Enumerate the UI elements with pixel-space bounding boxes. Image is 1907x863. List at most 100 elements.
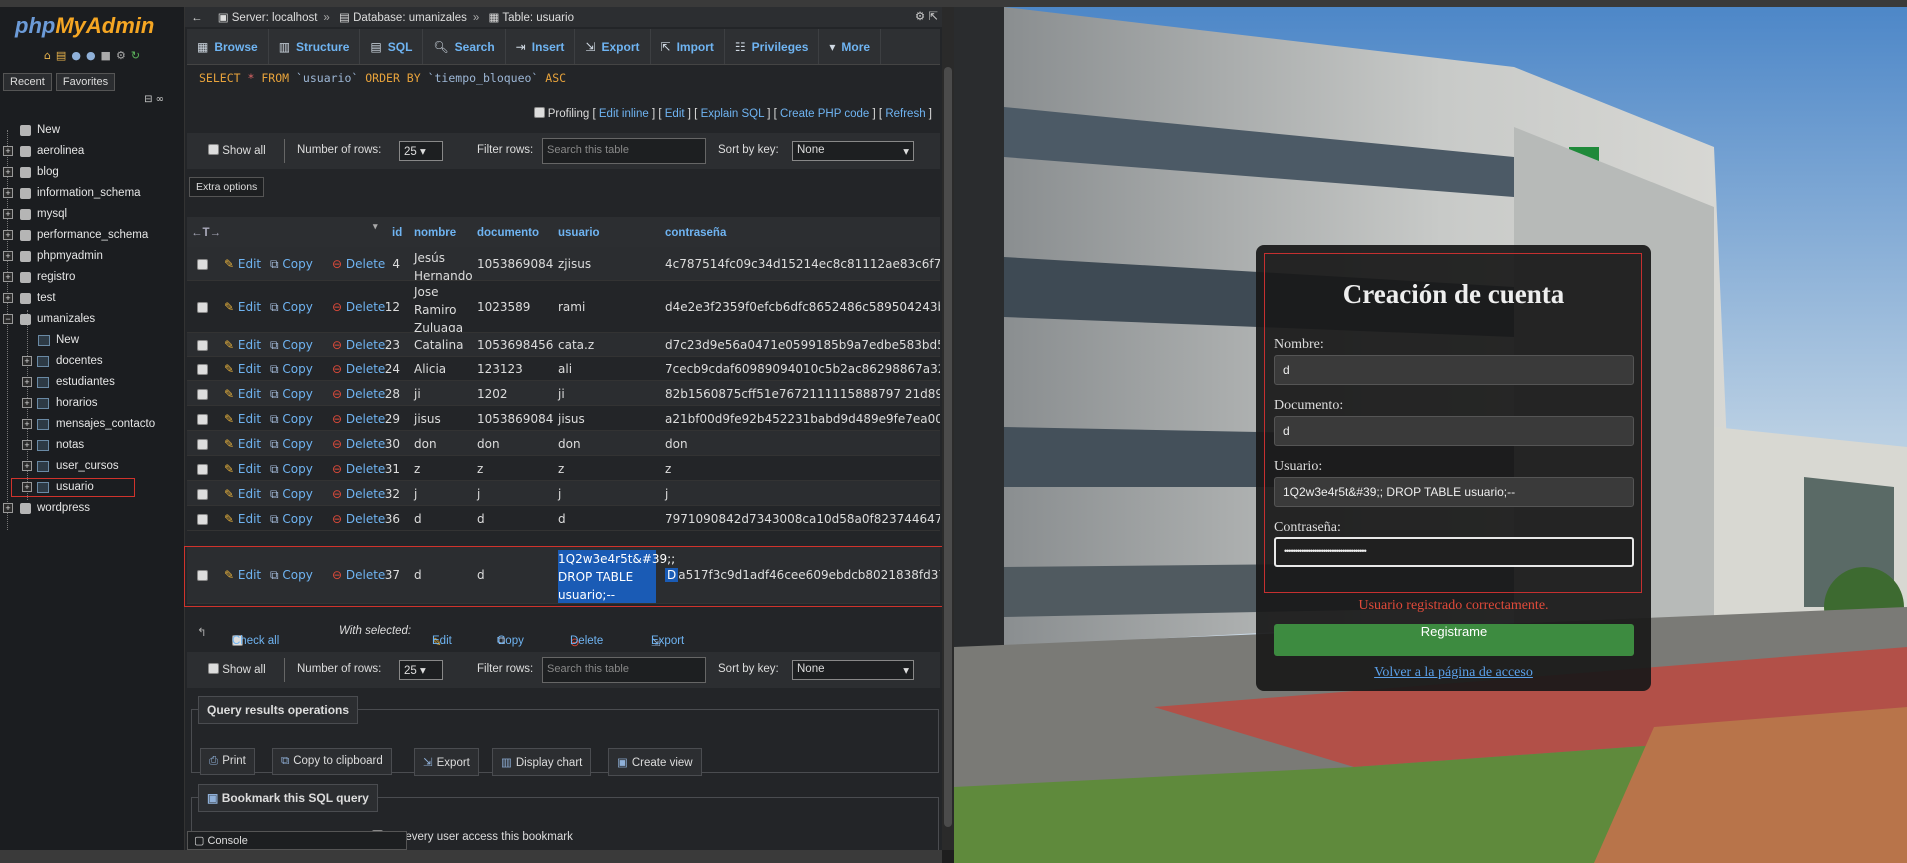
expand-icon[interactable]: +	[22, 398, 32, 408]
tree-item-usuario[interactable]: usuario	[56, 477, 94, 498]
sort-by-key-select-bottom[interactable]: None ▾	[792, 660, 914, 680]
row-edit-link[interactable]: ✎ Edit	[224, 512, 261, 526]
row-checkbox[interactable]	[197, 413, 208, 427]
row-copy-link[interactable]: ⧉ Copy	[270, 487, 313, 502]
tab-insert[interactable]: ⇥ Insert	[506, 29, 576, 64]
bottom-scrollbar[interactable]	[0, 850, 942, 863]
show-all-checkbox-bottom[interactable]	[208, 663, 219, 674]
row-copy-link[interactable]: ⧉ Copy	[270, 412, 313, 427]
breadcrumb-database[interactable]: Database: umanizales	[353, 12, 467, 24]
home-icon[interactable]: ⌂	[44, 49, 51, 65]
display-chart-button[interactable]: ▥ Display chart	[492, 748, 592, 776]
row-copy-link[interactable]: ⧉ Copy	[270, 362, 313, 377]
tree-item-mysql[interactable]: mysql	[37, 204, 67, 225]
create-php-code-link[interactable]: Create PHP code	[780, 108, 869, 120]
tree-item-user-cursos[interactable]: user_cursos	[56, 456, 119, 477]
column-header-nombre[interactable]: nombre	[414, 227, 456, 239]
collapse-icon[interactable]: ⇱	[928, 11, 938, 23]
row-delete-link[interactable]: ⊖ Delete	[332, 412, 385, 426]
row-checkbox[interactable]	[197, 388, 208, 402]
back-to-login-link[interactable]: Volver a la página de acceso	[1256, 665, 1651, 681]
usuario-field[interactable]: 1Q2w3e4r5t&#39;; DROP TABLE usuario;--	[1274, 477, 1634, 507]
tree-item-blog[interactable]: blog	[37, 162, 59, 183]
expand-icon[interactable]: +	[22, 419, 32, 429]
expand-icon[interactable]: +	[3, 272, 13, 282]
row-delete-link[interactable]: ⊖ Delete	[332, 387, 385, 401]
row-copy-link[interactable]: ⧉ Copy	[270, 462, 313, 477]
sql-query-text[interactable]: SELECT * FROM `usuario` ORDER BY `tiempo…	[199, 71, 566, 85]
row-edit-link[interactable]: ✎ Edit	[224, 362, 261, 376]
tree-item-information-schema[interactable]: information_schema	[37, 183, 141, 204]
tree-item-aerolinea[interactable]: aerolinea	[37, 141, 84, 162]
column-header-usuario[interactable]: usuario	[558, 227, 600, 239]
row-copy-link[interactable]: ⧉ Copy	[270, 300, 313, 315]
row-delete-link[interactable]: ⊖ Delete	[332, 437, 385, 451]
row-edit-link[interactable]: ✎ Edit	[224, 462, 261, 476]
row-checkbox[interactable]	[197, 339, 208, 353]
tab-browse[interactable]: ▦ Browse	[187, 29, 269, 64]
create-view-button[interactable]: ▣ Create view	[608, 748, 702, 776]
print-button[interactable]: ⎙ Print	[200, 748, 255, 775]
column-header-documento[interactable]: documento	[477, 227, 539, 239]
tree-item-mensajes-contacto[interactable]: mensajes_contacto	[56, 414, 155, 435]
row-delete-link[interactable]: ⊖ Delete	[332, 487, 385, 501]
copy-to-clipboard-button[interactable]: ⧉ Copy to clipboard	[272, 748, 392, 775]
tree-item-docentes[interactable]: docentes	[56, 351, 103, 372]
documento-field[interactable]: d	[1274, 416, 1634, 446]
help-icon[interactable]: ●	[71, 49, 81, 65]
tab-privileges[interactable]: ☷ Privileges	[725, 29, 820, 64]
expand-icon[interactable]: +	[3, 146, 13, 156]
refresh-link[interactable]: Refresh	[885, 108, 925, 120]
row-edit-link[interactable]: ✎ Edit	[224, 487, 261, 501]
expand-icon[interactable]: +	[3, 230, 13, 240]
tab-search[interactable]: 🔍︎ Search	[423, 29, 506, 64]
collapse-icon[interactable]: −	[3, 314, 13, 324]
row-delete-link[interactable]: ⊖ Delete	[332, 512, 385, 526]
collapse-link-icons[interactable]: ⊟ ∞	[144, 94, 164, 105]
row-copy-link[interactable]: ⧉ Copy	[270, 437, 313, 452]
expand-icon[interactable]: +	[22, 377, 32, 387]
row-delete-link[interactable]: ⊖ Delete	[332, 338, 385, 352]
tab-favorites[interactable]: Favorites	[55, 73, 116, 91]
rows-per-page-select-bottom[interactable]: 25 ▾	[399, 660, 443, 680]
expand-icon[interactable]: +	[22, 461, 32, 471]
edit-inline-link[interactable]: Edit inline	[599, 108, 649, 120]
filter-rows-input[interactable]: Search this table	[542, 138, 706, 164]
sort-by-key-select[interactable]: None ▾	[792, 141, 914, 161]
breadcrumb-table[interactable]: Table: usuario	[502, 12, 574, 24]
settings-icon[interactable]: ⚙	[116, 49, 126, 65]
row-checkbox[interactable]	[197, 438, 208, 452]
tree-item-notas[interactable]: notas	[56, 435, 84, 456]
export-button[interactable]: ⇲ Export	[414, 748, 479, 776]
tree-item-phpmyadmin[interactable]: phpmyadmin	[37, 246, 103, 267]
expand-icon[interactable]: +	[3, 251, 13, 261]
console-toggle[interactable]: ▢ Console	[187, 831, 407, 850]
expand-icon[interactable]: +	[22, 356, 32, 366]
row-edit-link[interactable]: ✎ Edit	[224, 257, 261, 271]
tab-import[interactable]: ⇱ Import	[651, 29, 725, 64]
row-edit-link[interactable]: ✎ Edit	[224, 412, 261, 426]
row-delete-link[interactable]: ⊖ Delete	[332, 362, 385, 376]
expand-icon[interactable]: +	[22, 482, 32, 492]
column-header-id[interactable]: id	[392, 227, 402, 239]
show-all-checkbox[interactable]	[208, 144, 219, 155]
tree-item-wordpress[interactable]: wordpress	[37, 498, 90, 519]
tree-item-registro[interactable]: registro	[37, 267, 75, 288]
expand-icon[interactable]: +	[3, 293, 13, 303]
nombre-field[interactable]: d	[1274, 355, 1634, 385]
row-checkbox[interactable]	[197, 488, 208, 502]
row-edit-link[interactable]: ✎ Edit	[224, 338, 261, 352]
sql-icon[interactable]: ■	[101, 49, 111, 65]
docs-icon[interactable]: ●	[86, 49, 96, 65]
tree-item-test[interactable]: test	[37, 288, 56, 309]
explain-sql-link[interactable]: Explain SQL	[701, 108, 765, 120]
column-header-contrasena[interactable]: contraseña	[665, 227, 726, 239]
row-checkbox[interactable]	[197, 463, 208, 477]
profiling-checkbox[interactable]	[533, 107, 545, 118]
row-copy-link[interactable]: ⧉ Copy	[270, 338, 313, 353]
database-icon[interactable]: ▤	[56, 49, 66, 65]
row-copy-link[interactable]: ⧉ Copy	[270, 387, 313, 402]
gear-icon[interactable]: ⚙	[915, 11, 925, 23]
contrasena-field[interactable]: ••••••••••••••••••••••••••••••••••••••	[1274, 537, 1634, 567]
row-checkbox[interactable]	[197, 513, 208, 527]
